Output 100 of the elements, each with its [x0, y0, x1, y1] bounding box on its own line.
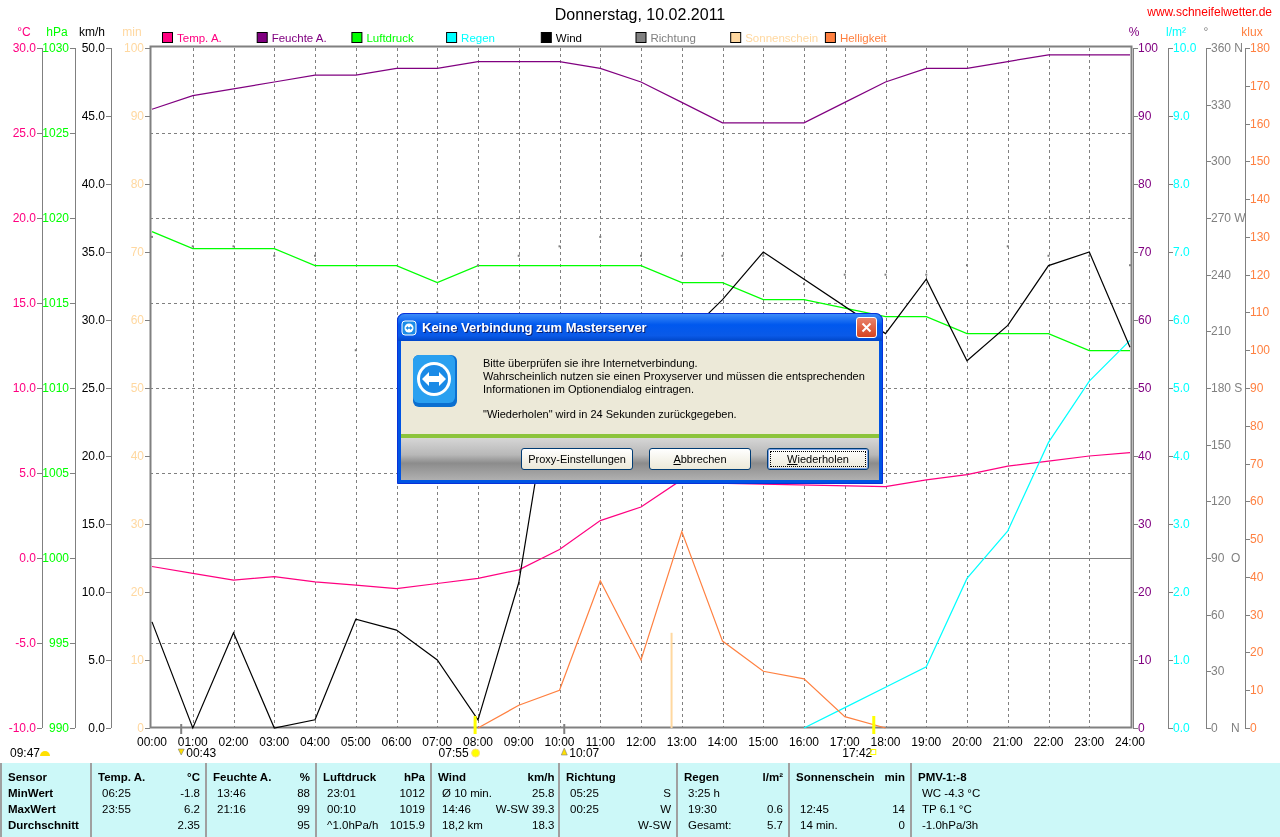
axis-tick-label: 6.0: [1173, 313, 1190, 327]
axis-tick-label: 1030: [42, 41, 69, 55]
time-label: 18:00: [870, 735, 901, 749]
table-cell-text: 25.8: [531, 787, 555, 799]
axis-tick-label: 170: [1250, 78, 1271, 93]
unit-label: °C: [186, 771, 200, 783]
axis-tick-label: 9.0: [1173, 109, 1190, 123]
dialog-button[interactable]: Wiederholen: [767, 448, 869, 470]
axis-tick-label: 160: [1250, 116, 1271, 131]
section-header: Sonnenschein: [796, 771, 875, 783]
time-label: 03:00: [259, 735, 290, 749]
axis-tick-label: 20.0: [81, 449, 105, 463]
table-cell-text: 1012: [398, 787, 425, 799]
website-link[interactable]: www.schneifelwetter.de: [1147, 5, 1272, 19]
axis-tick-label: 60: [1211, 607, 1225, 622]
axis-tick-label: 150: [1211, 437, 1232, 452]
axis-tick-label: 25.0: [12, 126, 36, 140]
axis-tick-label: 30: [1138, 517, 1152, 531]
table-cell-text: 12:45: [799, 803, 830, 815]
axis-tick-label: 90: [1250, 381, 1264, 395]
moonrise-time: 10:07: [569, 746, 600, 760]
axis-tick-label: 10: [130, 653, 144, 667]
time-label: 06:00: [381, 735, 412, 749]
legend-label: Temp. A.: [177, 32, 222, 44]
axis-unit: °C: [17, 25, 31, 39]
section-header: Richtung: [566, 771, 616, 783]
axis-tick-label: 1025: [42, 126, 69, 140]
axis-unit: °: [1203, 25, 1209, 39]
axis-tick-label: 30.0: [81, 313, 105, 327]
dialog-message: Bitte überprüfen sie ihre Internetverbindung. Wahrscheinlich nutzen sie einen Proxyserver und müssen die entsprechenden Informationen im Optionendialog eintragen.: [483, 357, 865, 396]
axis-tick-label: 20: [1250, 645, 1264, 660]
axis-tick-label: 100: [1250, 343, 1271, 358]
axis-unit: min: [122, 25, 142, 39]
table-cell-text: 0.6: [766, 803, 783, 815]
time-label: 17:00: [829, 735, 860, 749]
axis-tick-label: 3.0: [1173, 517, 1190, 531]
table-cell-text: Ø 10 min.: [441, 787, 492, 799]
section-header: Temp. A.: [98, 771, 146, 783]
axis-tick-label: 90: [130, 109, 144, 123]
table-cell-text: 23:55: [101, 803, 132, 815]
unit-label: hPa: [402, 771, 425, 783]
axis-tick-label: 240: [1211, 267, 1232, 282]
axis-unit: klux: [1241, 25, 1263, 39]
time-label: 23:00: [1074, 735, 1105, 749]
axis-tick-label: 50: [1250, 532, 1264, 547]
table-cell-text: 06:25: [101, 787, 132, 799]
axis-tick-label: 90: [1138, 109, 1152, 123]
time-label: 19:00: [911, 735, 942, 749]
section-header: Sensor: [8, 771, 48, 783]
axis-tick-label: 40: [1250, 569, 1264, 584]
axis-tick-label: 120: [1211, 494, 1232, 509]
table-cell-text: 21:16: [216, 803, 247, 815]
dialog-button[interactable]: Proxy-Einstellungen: [521, 448, 633, 470]
time-label: 11:00: [585, 735, 615, 749]
table-cell-text: 6.2: [183, 803, 200, 815]
dialog-button[interactable]: Abbrechen: [649, 448, 751, 470]
time-label: 01:00: [177, 735, 208, 749]
legend-label: Luftdruck: [366, 32, 414, 44]
axis-tick-label: 15.0: [12, 296, 36, 310]
row-label: MaxWert: [8, 803, 57, 815]
section-header: Luftdruck: [323, 771, 378, 783]
table-cell-text: 18.3: [531, 819, 555, 831]
table-cell-text: 3:25 h: [687, 787, 721, 799]
time-label: 21:00: [992, 735, 1023, 749]
table-cell-text: 2.35: [176, 819, 200, 831]
axis-tick-label: 5.0: [19, 466, 36, 480]
table-cell-text: Gesamt:: [687, 819, 732, 831]
axis-tick-label: 100: [123, 41, 144, 55]
time-label: 09:00: [503, 735, 534, 749]
axis-tick-label: 1000: [42, 551, 69, 565]
table-cell-text: 14: [891, 803, 905, 815]
legend-label: Richtung: [650, 32, 696, 44]
axis-tick-label: 1015: [42, 296, 69, 310]
sunrise-time: 07:55: [438, 746, 469, 760]
table-cell-text: 95: [296, 819, 310, 831]
axis-tick-label: 1020: [42, 211, 69, 225]
axis-tick-label: 4.0: [1173, 449, 1190, 463]
time-label: 16:00: [789, 735, 819, 749]
row-label: Durchschnitt: [8, 819, 80, 831]
axis-tick-label: 60: [130, 313, 144, 327]
axis-tick-label: 110: [1250, 305, 1270, 320]
axis-unit: l/m²: [1166, 25, 1186, 39]
chart-title: Donnerstag, 10.02.2011: [554, 6, 726, 23]
table-cell-text: W-SW: [637, 819, 671, 831]
time-label: 14:00: [707, 735, 738, 749]
moonset-time: 00:43: [186, 746, 217, 760]
legend-label: Wind: [555, 32, 582, 44]
axis-tick-label: 10.0: [1173, 41, 1197, 55]
time-label: 02:00: [218, 735, 249, 749]
time-label: 20:00: [952, 735, 982, 749]
time-label: 05:00: [340, 735, 371, 749]
table-cell-text: ^1.0hPa/h: [326, 819, 379, 831]
sunset-time: 17:42: [842, 746, 873, 760]
axis-tick-label: 130: [1250, 229, 1271, 244]
legend-label: Helligkeit: [839, 32, 887, 44]
row-label: MinWert: [8, 787, 55, 799]
table-cell-text: 23:01: [326, 787, 357, 799]
axis-tick-label: 1005: [42, 466, 69, 480]
axis-tick-label: 25.0: [81, 381, 105, 395]
table-cell-text: 99: [296, 803, 310, 815]
